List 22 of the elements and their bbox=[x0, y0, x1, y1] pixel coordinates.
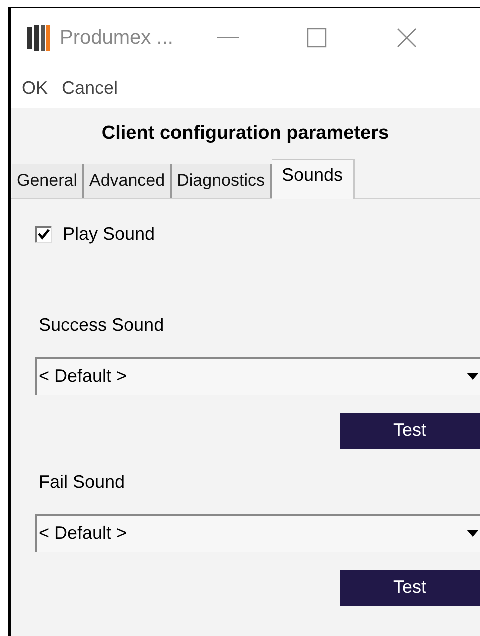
checkbox-label: Play Sound bbox=[63, 222, 156, 246]
tab[interactable]: Sounds bbox=[272, 158, 356, 198]
tab[interactable]: Diagnostics bbox=[172, 164, 272, 198]
sound-dropdown[interactable]: < Default > bbox=[35, 514, 480, 552]
checkbox[interactable] bbox=[35, 226, 52, 242]
minimize-icon[interactable] bbox=[217, 37, 240, 39]
close-icon[interactable] bbox=[397, 28, 418, 48]
tab[interactable]: Advanced bbox=[84, 164, 172, 198]
menu-item[interactable]: OK bbox=[22, 74, 48, 102]
sound-dropdown[interactable]: < Default > bbox=[35, 356, 480, 394]
test-button[interactable]: Test bbox=[340, 412, 480, 448]
test-button[interactable]: Test bbox=[340, 570, 480, 606]
tab[interactable]: General bbox=[12, 164, 84, 198]
dropdown-arrow-icon[interactable] bbox=[467, 372, 479, 380]
menu-item[interactable]: Cancel bbox=[62, 74, 118, 102]
dropdown-arrow-icon[interactable] bbox=[467, 530, 479, 538]
maximize-icon[interactable] bbox=[307, 28, 328, 48]
app-logo-icon bbox=[27, 25, 51, 51]
window-title: Produmex ... bbox=[60, 26, 174, 51]
field-label: Fail Sound bbox=[39, 470, 126, 494]
dialog-heading: Client configuration parameters bbox=[102, 122, 390, 146]
field-label: Success Sound bbox=[39, 314, 166, 336]
